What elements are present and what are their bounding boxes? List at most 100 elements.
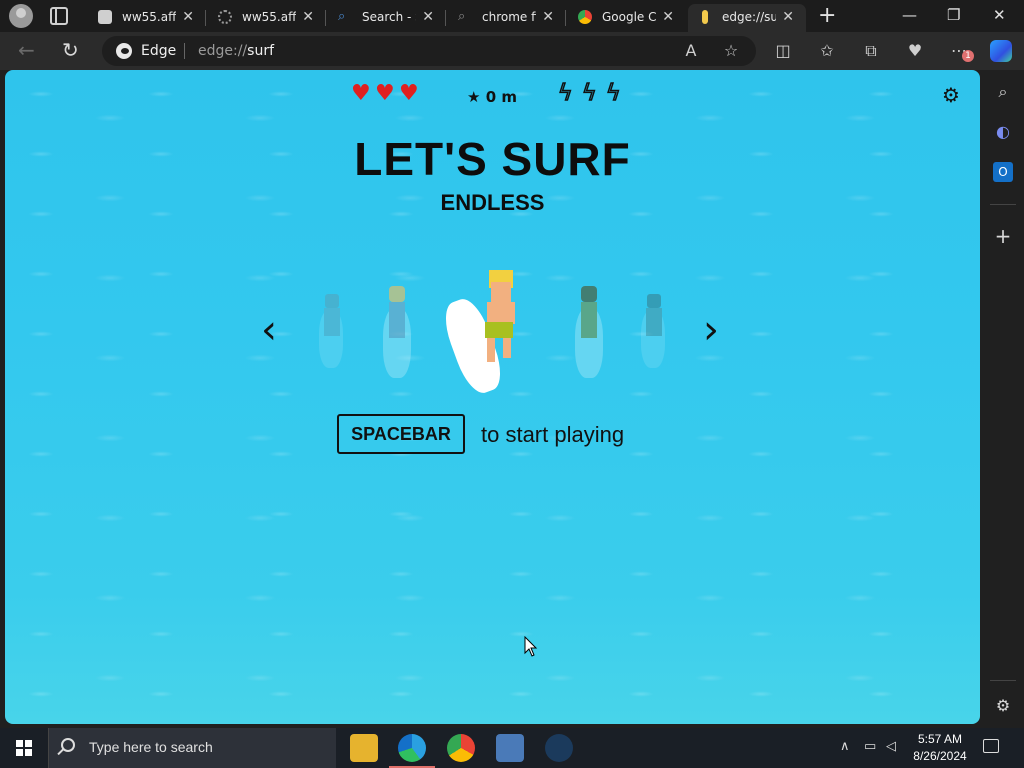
boost-indicator: ϟ ϟ ϟ — [557, 81, 628, 107]
url-text[interactable]: edge://surf — [198, 43, 274, 59]
tab-title: Search - S — [362, 10, 416, 24]
surfer-character-right[interactable] — [571, 282, 607, 378]
heart-icon: ♥ — [351, 81, 371, 106]
lightning-icon: ϟ — [557, 81, 573, 107]
copilot-icon[interactable] — [990, 40, 1012, 62]
loading-favicon-icon — [218, 10, 232, 24]
tab-item[interactable]: ww55.affi ✕ — [208, 4, 326, 32]
surf-favicon-icon — [702, 10, 708, 24]
restore-icon[interactable]: ❐ — [947, 6, 960, 24]
notification-badge: 1 — [962, 50, 974, 62]
close-window-icon[interactable]: ✕ — [993, 6, 1006, 24]
system-clock[interactable]: 5:57 AM 8/26/2024 — [908, 731, 972, 765]
tab-title: ww55.affi — [122, 10, 176, 24]
search-favicon-icon: ⌕ — [338, 9, 346, 24]
clock-date: 8/26/2024 — [913, 749, 967, 763]
clock-time: 5:57 AM — [917, 732, 963, 746]
surfer-character-far-right[interactable] — [639, 290, 669, 368]
file-explorer-icon[interactable] — [350, 734, 378, 762]
url-scheme: edge:// — [198, 43, 248, 59]
surfer-character-selected[interactable] — [437, 268, 525, 398]
chrome-taskbar-icon[interactable] — [447, 734, 475, 762]
close-tab-icon[interactable]: ✕ — [182, 4, 194, 30]
chrome-favicon-icon — [578, 10, 592, 24]
close-tab-icon[interactable]: ✕ — [782, 4, 794, 30]
collections-icon[interactable]: ⧉ — [862, 42, 880, 60]
page-favicon-icon — [98, 10, 112, 24]
add-icon[interactable]: + — [993, 226, 1013, 246]
steam-icon[interactable] — [545, 734, 573, 762]
taskbar-search-box[interactable]: Type here to search — [48, 728, 336, 768]
sidebar-settings-icon[interactable]: ⚙ — [993, 696, 1013, 716]
spacebar-key-label: SPACEBAR — [337, 414, 465, 454]
url-path: surf — [247, 43, 275, 59]
game-title: LET'S SURF — [354, 133, 631, 185]
outlook-icon[interactable]: O — [993, 162, 1013, 182]
star-icon: ★ — [467, 88, 481, 106]
tab-title: ww55.affi — [242, 10, 296, 24]
sidebar-divider — [990, 204, 1016, 205]
tab-divider — [565, 10, 566, 26]
tab-item[interactable]: ⌕ Search - S ✕ — [328, 4, 446, 32]
close-tab-icon[interactable]: ✕ — [422, 4, 434, 30]
close-tab-icon[interactable]: ✕ — [542, 4, 554, 30]
tab-item-active[interactable]: edge://su ✕ — [688, 4, 806, 32]
windows-taskbar: Type here to search ∧ ▭ ◁ 5:57 AM 8/26/2… — [0, 728, 1024, 768]
volume-muted-icon[interactable]: ◁ — [886, 739, 896, 754]
tab-item[interactable]: ww55.affi ✕ — [88, 4, 206, 32]
tab-item[interactable]: ⌕ chrome fil ✕ — [448, 4, 566, 32]
tab-title: edge://su — [722, 10, 776, 24]
close-tab-icon[interactable]: ✕ — [302, 4, 314, 30]
distance-counter: ★ 0 m — [467, 88, 517, 106]
profile-avatar-icon[interactable] — [9, 4, 33, 28]
split-screen-icon[interactable]: ◫ — [774, 42, 792, 60]
minimize-icon[interactable]: — — [902, 6, 917, 24]
edge-taskbar-icon[interactable] — [389, 734, 435, 768]
tab-divider — [325, 10, 326, 26]
search-favicon-icon: ⌕ — [458, 9, 466, 24]
search-placeholder: Type here to search — [89, 739, 213, 755]
tab-divider — [445, 10, 446, 26]
heart-icon: ♥ — [399, 81, 419, 106]
surfer-character-left[interactable] — [379, 282, 415, 378]
lightning-icon: ϟ — [581, 81, 597, 107]
next-character-button[interactable]: › — [703, 310, 719, 350]
browser-toolbar: ← ↻ Edge edge://surf A ☆ ◫ ✩ ⧉ ♥ ⋯ 1 — [0, 32, 1024, 70]
sidebar-divider — [990, 680, 1016, 681]
performance-icon[interactable]: ♥ — [906, 42, 924, 60]
favorite-star-icon[interactable]: ☆ — [722, 42, 740, 60]
search-icon[interactable]: ⌕ — [993, 82, 1013, 102]
tab-title: Google C — [602, 10, 656, 24]
network-icon[interactable]: ▭ — [864, 739, 876, 754]
new-tab-button[interactable]: + — [818, 4, 836, 28]
refresh-icon[interactable]: ↻ — [62, 40, 79, 60]
lives-indicator: ♥ ♥ ♥ — [351, 81, 421, 106]
start-hint-text: to start playing — [481, 422, 625, 447]
mouse-cursor-icon — [524, 636, 538, 657]
tab-item[interactable]: Google C ✕ — [568, 4, 686, 32]
tab-divider — [205, 10, 206, 26]
lightning-icon: ϟ — [605, 81, 621, 107]
previous-character-button[interactable]: ‹ — [261, 310, 277, 350]
tab-bar: ww55.affi ✕ ww55.affi ✕ ⌕ Search - S ✕ ⌕… — [0, 0, 1024, 32]
notification-center-icon[interactable] — [983, 739, 999, 753]
show-hidden-icons-icon[interactable]: ∧ — [840, 739, 850, 754]
read-aloud-icon[interactable]: A — [682, 42, 700, 60]
copilot-sidebar-icon[interactable]: ◐ — [993, 122, 1013, 142]
distance-value: 0 m — [485, 88, 517, 106]
tab-title: chrome fil — [482, 10, 536, 24]
remote-desktop-icon[interactable] — [496, 734, 524, 762]
windows-start-icon[interactable] — [16, 740, 32, 756]
surf-game-canvas[interactable]: ♥ ♥ ♥ ★ 0 m ϟ ϟ ϟ ⚙ LET'S SURF ENDLESS ‹… — [5, 70, 980, 724]
back-arrow-icon[interactable]: ← — [18, 40, 35, 60]
edge-logo-icon — [116, 43, 132, 59]
heart-icon: ♥ — [375, 81, 395, 106]
address-bar[interactable]: Edge edge://surf — [102, 36, 756, 66]
tab-actions-icon[interactable] — [50, 7, 68, 25]
favorites-icon[interactable]: ✩ — [818, 42, 836, 60]
close-tab-icon[interactable]: ✕ — [662, 4, 674, 30]
search-icon — [61, 738, 75, 752]
surfer-character-far-left[interactable] — [317, 290, 347, 368]
edge-sidebar: ⌕ ◐ O + ⚙ — [984, 70, 1024, 728]
game-settings-icon[interactable]: ⚙ — [942, 84, 960, 106]
